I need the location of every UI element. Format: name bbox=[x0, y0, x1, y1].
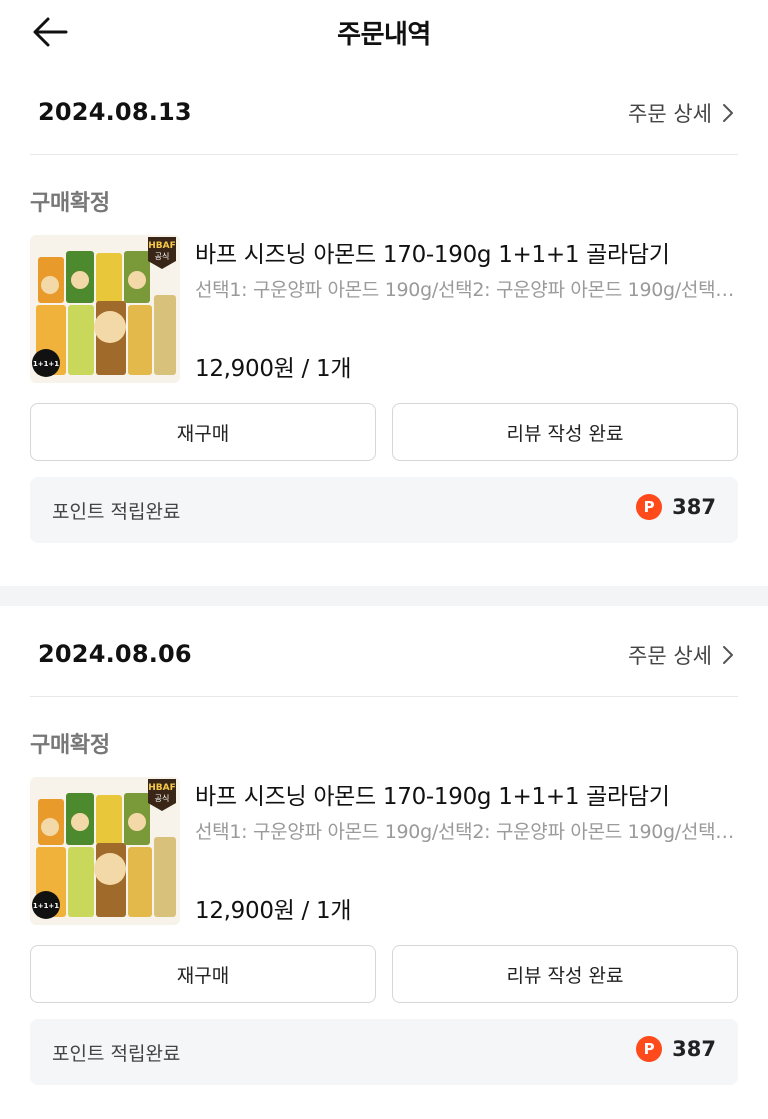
points-box: 포인트 적립완료 P 387 bbox=[30, 1019, 738, 1085]
product-item[interactable]: HBAF 공식 1+1+1 바프 시즈닝 아몬드 170-190g 1+1+1 … bbox=[30, 777, 740, 937]
point-icon: P bbox=[636, 1036, 663, 1062]
order-header: 2024.08.13 주문 상세 bbox=[30, 64, 738, 155]
point-icon: P bbox=[636, 494, 663, 520]
thumb-badge: 공식 bbox=[155, 794, 170, 803]
product-name[interactable]: 바프 시즈닝 아몬드 170-190g 1+1+1 골라담기 bbox=[195, 235, 670, 269]
thumb-deal: 1+1+1 bbox=[33, 902, 59, 910]
thumb-badge: 공식 bbox=[155, 252, 170, 261]
product-item[interactable]: HBAF 공식 1+1+1 바프 시즈닝 아몬드 170-190g 1+1+1 … bbox=[30, 235, 740, 395]
product-thumbnail[interactable]: HBAF 공식 1+1+1 bbox=[30, 777, 180, 925]
order-detail-label: 주문 상세 bbox=[628, 644, 712, 668]
order-actions: 재구매 리뷰 작성 완료 bbox=[30, 403, 738, 461]
order-card: 2024.08.06 주문 상세 구매확정 HBAF 공식 1+1+1 바프 시… bbox=[0, 606, 768, 1118]
product-name[interactable]: 바프 시즈닝 아몬드 170-190g 1+1+1 골라담기 bbox=[195, 777, 670, 811]
page-title: 주문내역 bbox=[337, 20, 431, 50]
product-option: 선택1: 구운양파 아몬드 190g/선택2: 구운양파 아몬드 190g/선택… bbox=[195, 279, 740, 301]
thumb-brand: HBAF bbox=[148, 783, 176, 793]
order-detail-label: 주문 상세 bbox=[628, 102, 712, 126]
points-value: 387 bbox=[672, 495, 716, 519]
points-box: 포인트 적립완료 P 387 bbox=[30, 477, 738, 543]
product-option: 선택1: 구운양파 아몬드 190g/선택2: 구운양파 아몬드 190g/선택… bbox=[195, 821, 740, 843]
points-amount: P 387 bbox=[636, 494, 716, 520]
points-label: 포인트 적립완료 bbox=[52, 501, 181, 523]
review-button[interactable]: 리뷰 작성 완료 bbox=[392, 403, 738, 461]
rebuy-button[interactable]: 재구매 bbox=[30, 403, 376, 461]
order-detail-link[interactable]: 주문 상세 bbox=[628, 640, 734, 670]
thumb-deal: 1+1+1 bbox=[33, 360, 59, 368]
chevron-right-icon bbox=[723, 646, 733, 664]
product-price: 12,900원 / 1개 bbox=[195, 356, 352, 382]
points-amount: P 387 bbox=[636, 1036, 716, 1062]
order-status: 구매확정 bbox=[30, 733, 110, 758]
section-divider bbox=[0, 586, 768, 606]
order-date: 2024.08.13 bbox=[38, 98, 192, 126]
product-price: 12,900원 / 1개 bbox=[195, 898, 352, 924]
review-button[interactable]: 리뷰 작성 완료 bbox=[392, 945, 738, 1003]
rebuy-button[interactable]: 재구매 bbox=[30, 945, 376, 1003]
order-card: 2024.08.13 주문 상세 구매확정 HBAF 공식 1+1+1 바프 시… bbox=[0, 64, 768, 586]
order-detail-link[interactable]: 주문 상세 bbox=[628, 98, 734, 128]
order-header: 2024.08.06 주문 상세 bbox=[30, 606, 738, 697]
top-bar: 주문내역 bbox=[0, 0, 768, 64]
chevron-right-icon bbox=[723, 104, 733, 122]
thumb-brand: HBAF bbox=[148, 241, 176, 251]
order-actions: 재구매 리뷰 작성 완료 bbox=[30, 945, 738, 1003]
product-thumbnail[interactable]: HBAF 공식 1+1+1 bbox=[30, 235, 180, 383]
order-status: 구매확정 bbox=[30, 191, 110, 216]
points-label: 포인트 적립완료 bbox=[52, 1043, 181, 1065]
order-date: 2024.08.06 bbox=[38, 640, 192, 668]
points-value: 387 bbox=[672, 1037, 716, 1061]
